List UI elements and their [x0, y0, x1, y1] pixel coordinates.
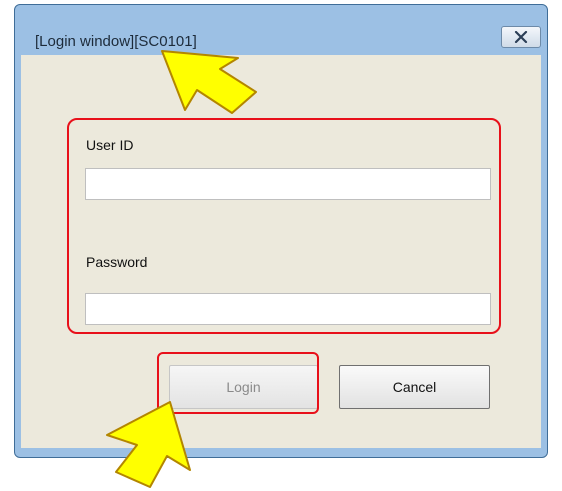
- login-button-label: Login: [226, 379, 261, 395]
- login-button[interactable]: Login: [169, 365, 318, 409]
- user-id-input[interactable]: [85, 168, 491, 200]
- close-icon: [514, 31, 528, 43]
- login-window: [Login window][SC0101] User ID Password …: [14, 4, 548, 458]
- title-bar[interactable]: [Login window][SC0101]: [15, 5, 547, 55]
- cancel-button-label: Cancel: [392, 379, 437, 395]
- password-input[interactable]: [85, 293, 491, 325]
- window-client-area: User ID Password Login Cancel: [21, 55, 541, 448]
- close-button[interactable]: [501, 26, 541, 48]
- password-label: Password: [86, 254, 148, 270]
- cancel-button[interactable]: Cancel: [339, 365, 490, 409]
- user-id-label: User ID: [86, 137, 134, 153]
- screenshot-stage: [Login window][SC0101] User ID Password …: [0, 0, 562, 491]
- window-title: [Login window][SC0101]: [35, 33, 197, 50]
